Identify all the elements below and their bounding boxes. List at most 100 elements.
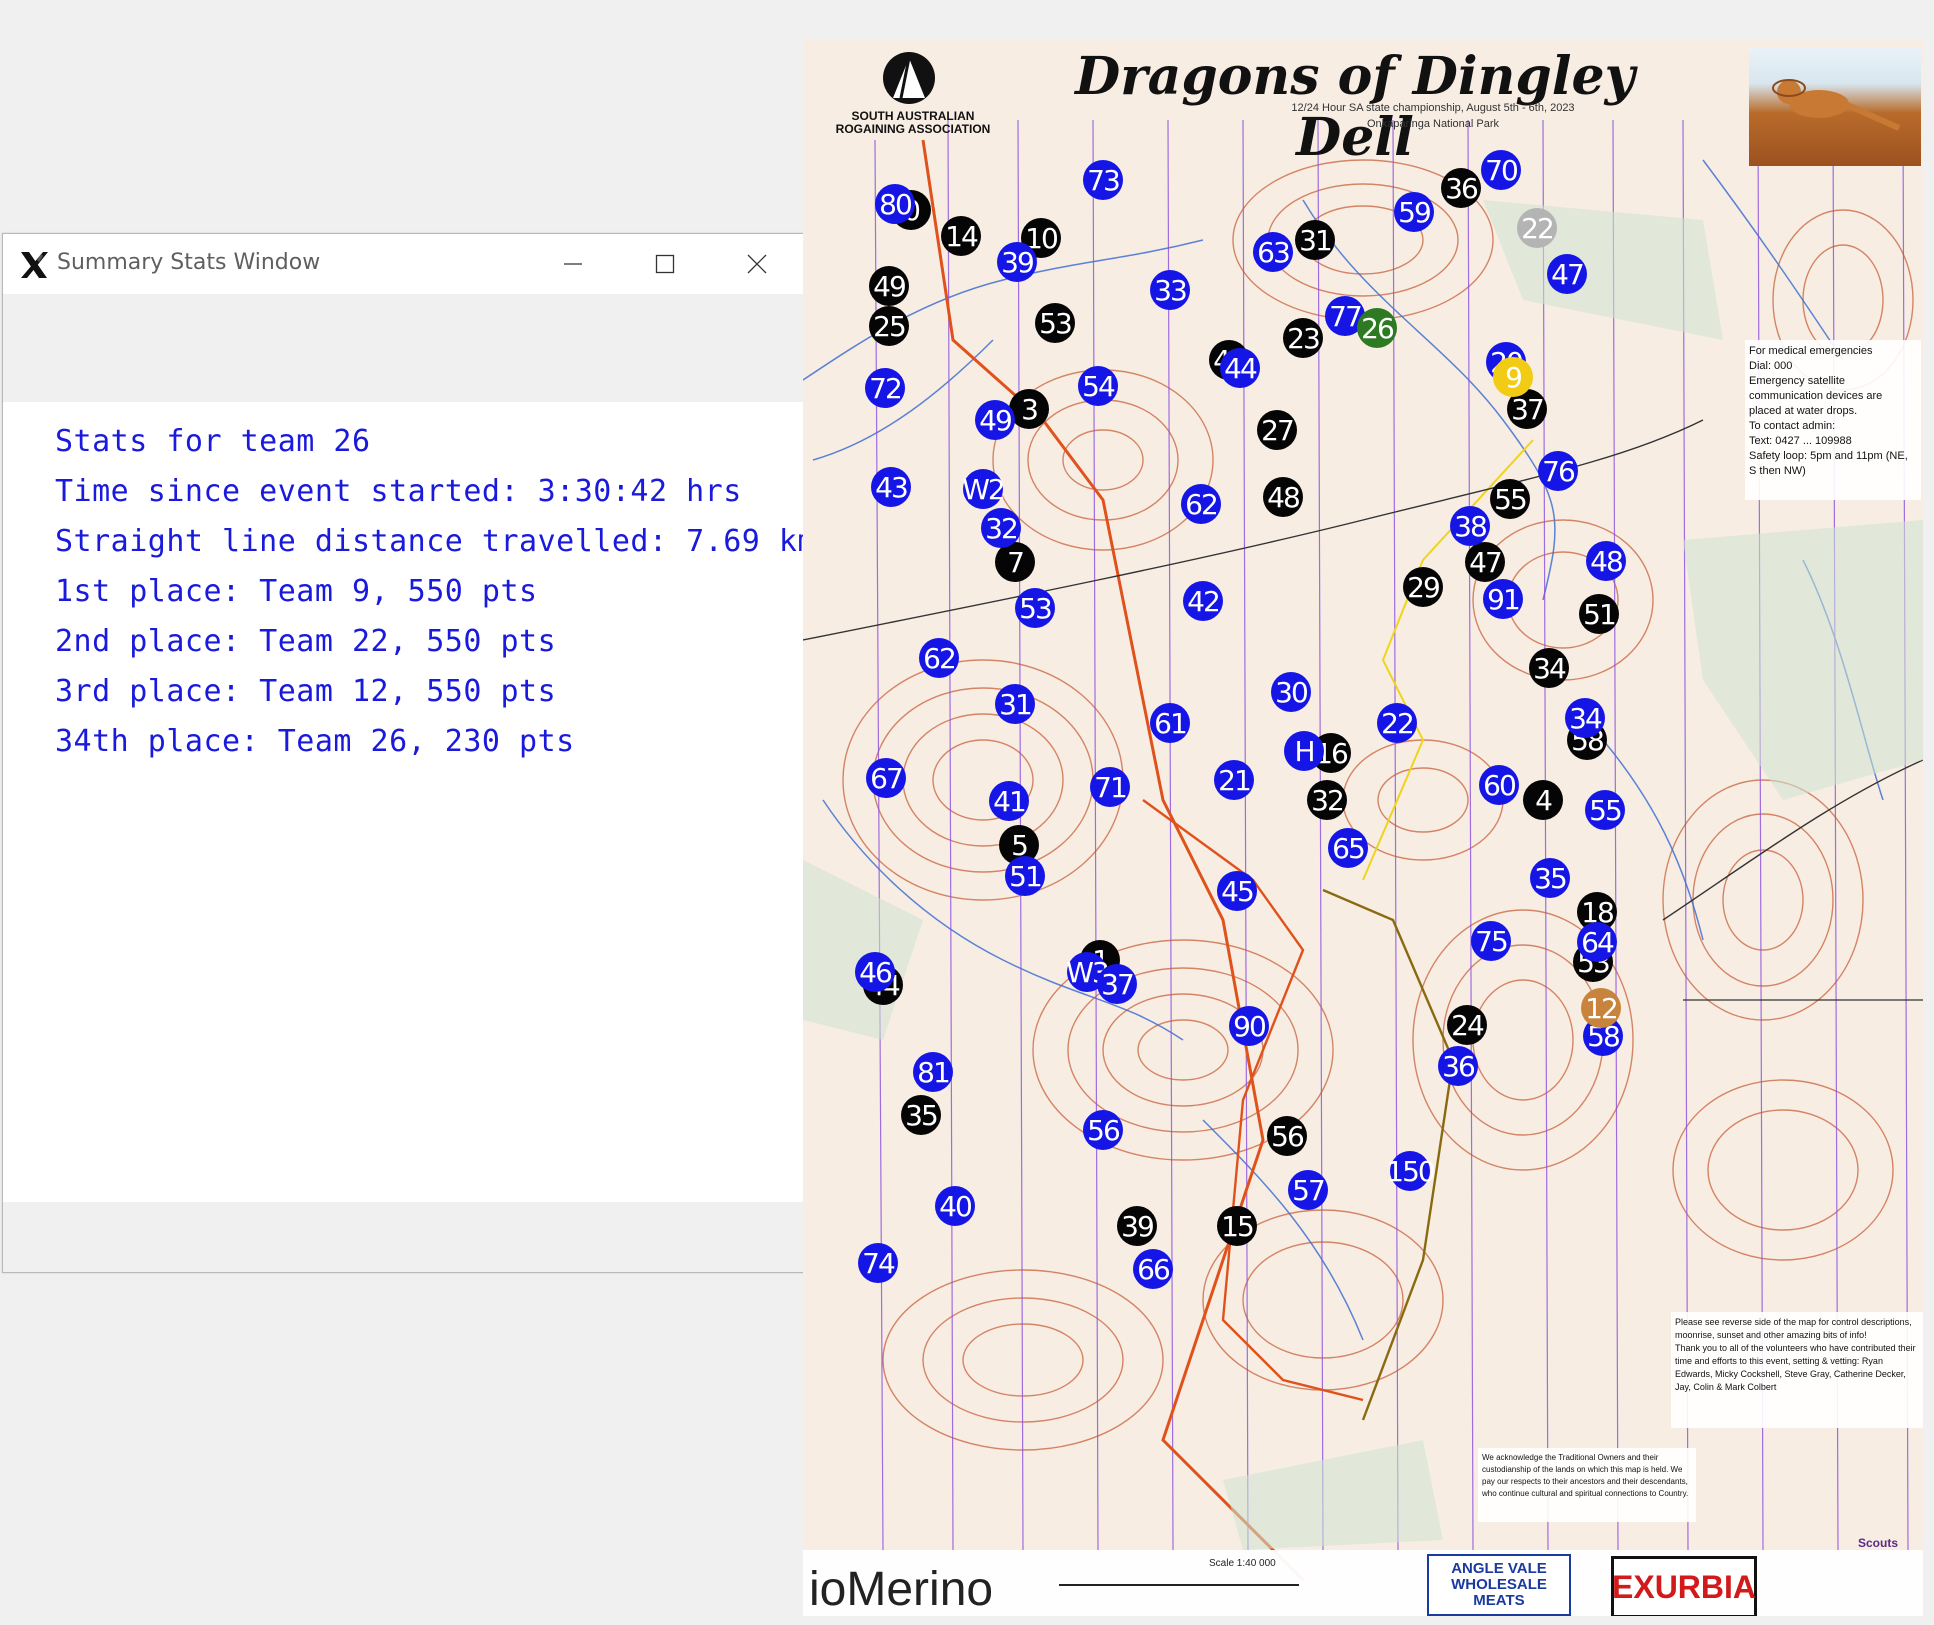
- control-marker-blue: 90: [1229, 1006, 1269, 1046]
- control-marker-black: 53: [1035, 303, 1075, 343]
- control-marker-black: 3: [1009, 389, 1049, 429]
- sponsor-iomerino: ioMerino: [809, 1562, 993, 1616]
- team-marker-12: 12: [1581, 988, 1621, 1028]
- close-button[interactable]: [711, 234, 803, 294]
- stats-distance-line: Straight line distance travelled: 7.69 k…: [55, 524, 817, 559]
- control-marker-blue: 91: [1483, 579, 1523, 619]
- control-marker-blue: 81: [913, 1052, 953, 1092]
- control-marker-black: 23: [1283, 318, 1323, 358]
- sponsor-exurbia: EXURBIA: [1611, 1556, 1757, 1616]
- stats-time-line: Time since event started: 3:30:42 hrs: [55, 474, 742, 509]
- control-marker-blue: 73: [1083, 160, 1123, 200]
- control-marker-black: 32: [1307, 780, 1347, 820]
- medical-emergency-info: For medical emergencies Dial: 000 Emerge…: [1745, 340, 1921, 500]
- stats-second-place: 2nd place: Team 22, 550 pts: [55, 624, 557, 659]
- sponsor-scouts-label: Scouts: [1857, 1536, 1898, 1550]
- stats-team-line: Stats for team 26: [55, 424, 371, 459]
- control-marker-black: 7: [995, 542, 1035, 582]
- scale-label: Scale 1:40 000: [1209, 1558, 1276, 1569]
- control-marker-blue: 43: [871, 467, 911, 507]
- control-marker-blue: W2: [962, 469, 1006, 509]
- control-marker-blue: 36: [1438, 1046, 1478, 1086]
- control-marker-blue: 67: [866, 758, 906, 798]
- window-title: Summary Stats Window: [57, 250, 321, 275]
- stats-panel: Stats for team 26 Time since event start…: [3, 402, 816, 1202]
- control-marker-blue: 53: [1015, 588, 1055, 628]
- control-marker-blue: 33: [1150, 270, 1190, 310]
- control-marker-blue: 51: [1005, 856, 1045, 896]
- window-footer-band: [3, 1202, 803, 1272]
- control-marker-blue: 32: [981, 508, 1021, 548]
- control-marker-blue: 62: [1181, 484, 1221, 524]
- lizard-photo: [1749, 48, 1921, 166]
- control-marker-blue: 65: [1328, 828, 1368, 868]
- sponsor-bar: ioMerino Scale 1:40 000 ANGLE VALE WHOLE…: [803, 1536, 1923, 1616]
- control-marker-blue: 30: [1271, 672, 1311, 712]
- control-marker-black: 24: [1447, 1005, 1487, 1045]
- sponsor-angle-vale: ANGLE VALE WHOLESALE MEATS: [1427, 1554, 1571, 1616]
- map-subtitle: 12/24 Hour SA state championship, August…: [1291, 102, 1575, 114]
- team-marker-9: 9: [1493, 357, 1533, 397]
- maximize-button[interactable]: [619, 234, 711, 294]
- control-marker-blue: 74: [858, 1243, 898, 1283]
- control-marker-blue: 42: [1183, 581, 1223, 621]
- team-marker-26: 26: [1357, 308, 1397, 348]
- control-marker-blue: 62: [919, 638, 959, 678]
- control-marker-blue: 41: [989, 781, 1029, 821]
- control-marker-black: 15: [1217, 1206, 1257, 1246]
- minimize-icon: [564, 263, 582, 265]
- control-marker-black: 48: [1263, 477, 1303, 517]
- control-marker-blue: 150: [1386, 1151, 1436, 1191]
- sponsor-exurbia-label: EXURBIA: [1612, 1568, 1757, 1605]
- map-location: Onkaparinga National Park: [1366, 118, 1500, 130]
- maximize-icon: [655, 254, 675, 274]
- control-marker-blue: 21: [1214, 760, 1254, 800]
- control-marker-blue: 60: [1479, 765, 1519, 805]
- stats-first-place: 1st place: Team 9, 550 pts: [55, 574, 538, 609]
- control-marker-blue: 80: [875, 184, 915, 224]
- control-marker-blue: 49: [975, 400, 1015, 440]
- control-marker-blue: 70: [1481, 150, 1521, 190]
- control-marker-black: 34: [1529, 648, 1569, 688]
- control-marker-blue: 45: [1217, 871, 1257, 911]
- control-marker-blue: 76: [1538, 451, 1578, 491]
- title-bar[interactable]: Summary Stats Window: [3, 234, 803, 294]
- control-marker-black: 14: [941, 216, 981, 256]
- rogaine-map[interactable]: SOUTH AUSTRALIAN ROGAINING ASSOCIATION D…: [803, 40, 1923, 1616]
- control-marker-black: 29: [1403, 567, 1443, 607]
- control-marker-blue: 37: [1097, 964, 1137, 1004]
- control-marker-black: 31: [1295, 220, 1335, 260]
- control-marker-black: 56: [1267, 1116, 1307, 1156]
- control-marker-blue: 48: [1586, 541, 1626, 581]
- sponsor-scouts: Scouts: [1843, 1490, 1913, 1550]
- control-marker-black: 39: [1117, 1206, 1157, 1246]
- control-marker-blue: 38: [1450, 506, 1490, 546]
- control-marker-blue: 35: [1530, 858, 1570, 898]
- control-marker-blue: 44: [1220, 348, 1260, 388]
- sponsor-angle-vale-label: ANGLE VALE WHOLESALE MEATS: [1451, 1560, 1547, 1609]
- control-marker-blue: 47: [1547, 254, 1587, 294]
- control-marker-black: 49: [869, 266, 909, 306]
- scale-bar: Scale 1:40 000: [1059, 1558, 1299, 1594]
- minimize-button[interactable]: [527, 234, 619, 294]
- control-marker-black: 55: [1490, 479, 1530, 519]
- control-marker-black: 47: [1465, 542, 1505, 582]
- control-marker-black: 36: [1441, 168, 1481, 208]
- stats-third-place: 3rd place: Team 12, 550 pts: [55, 674, 557, 709]
- control-marker-blue: 39: [997, 242, 1037, 282]
- control-marker-blue: 71: [1090, 767, 1130, 807]
- control-marker-blue: 57: [1288, 1170, 1328, 1210]
- summary-stats-window: Summary Stats Window Stats for team 26 T…: [2, 233, 816, 1273]
- control-marker-blue: 64: [1577, 922, 1617, 962]
- lizard-icon: [1772, 79, 1901, 131]
- rogaining-association-logo: SOUTH AUSTRALIAN ROGAINING ASSOCIATION: [807, 46, 1007, 156]
- window-header-band: [3, 294, 803, 402]
- association-name: SOUTH AUSTRALIAN ROGAINING ASSOCIATION: [835, 109, 991, 136]
- control-marker-black: 35: [901, 1095, 941, 1135]
- control-marker-blue: 22: [1377, 703, 1417, 743]
- control-marker-blue: 31: [995, 684, 1035, 724]
- close-icon: [747, 254, 767, 274]
- sponsor-iomerino-label: ioMerino: [809, 1563, 994, 1616]
- triangle-logo-icon: [883, 52, 935, 104]
- acknowledgement-of-country: We acknowledge the Traditional Owners an…: [1478, 1448, 1696, 1522]
